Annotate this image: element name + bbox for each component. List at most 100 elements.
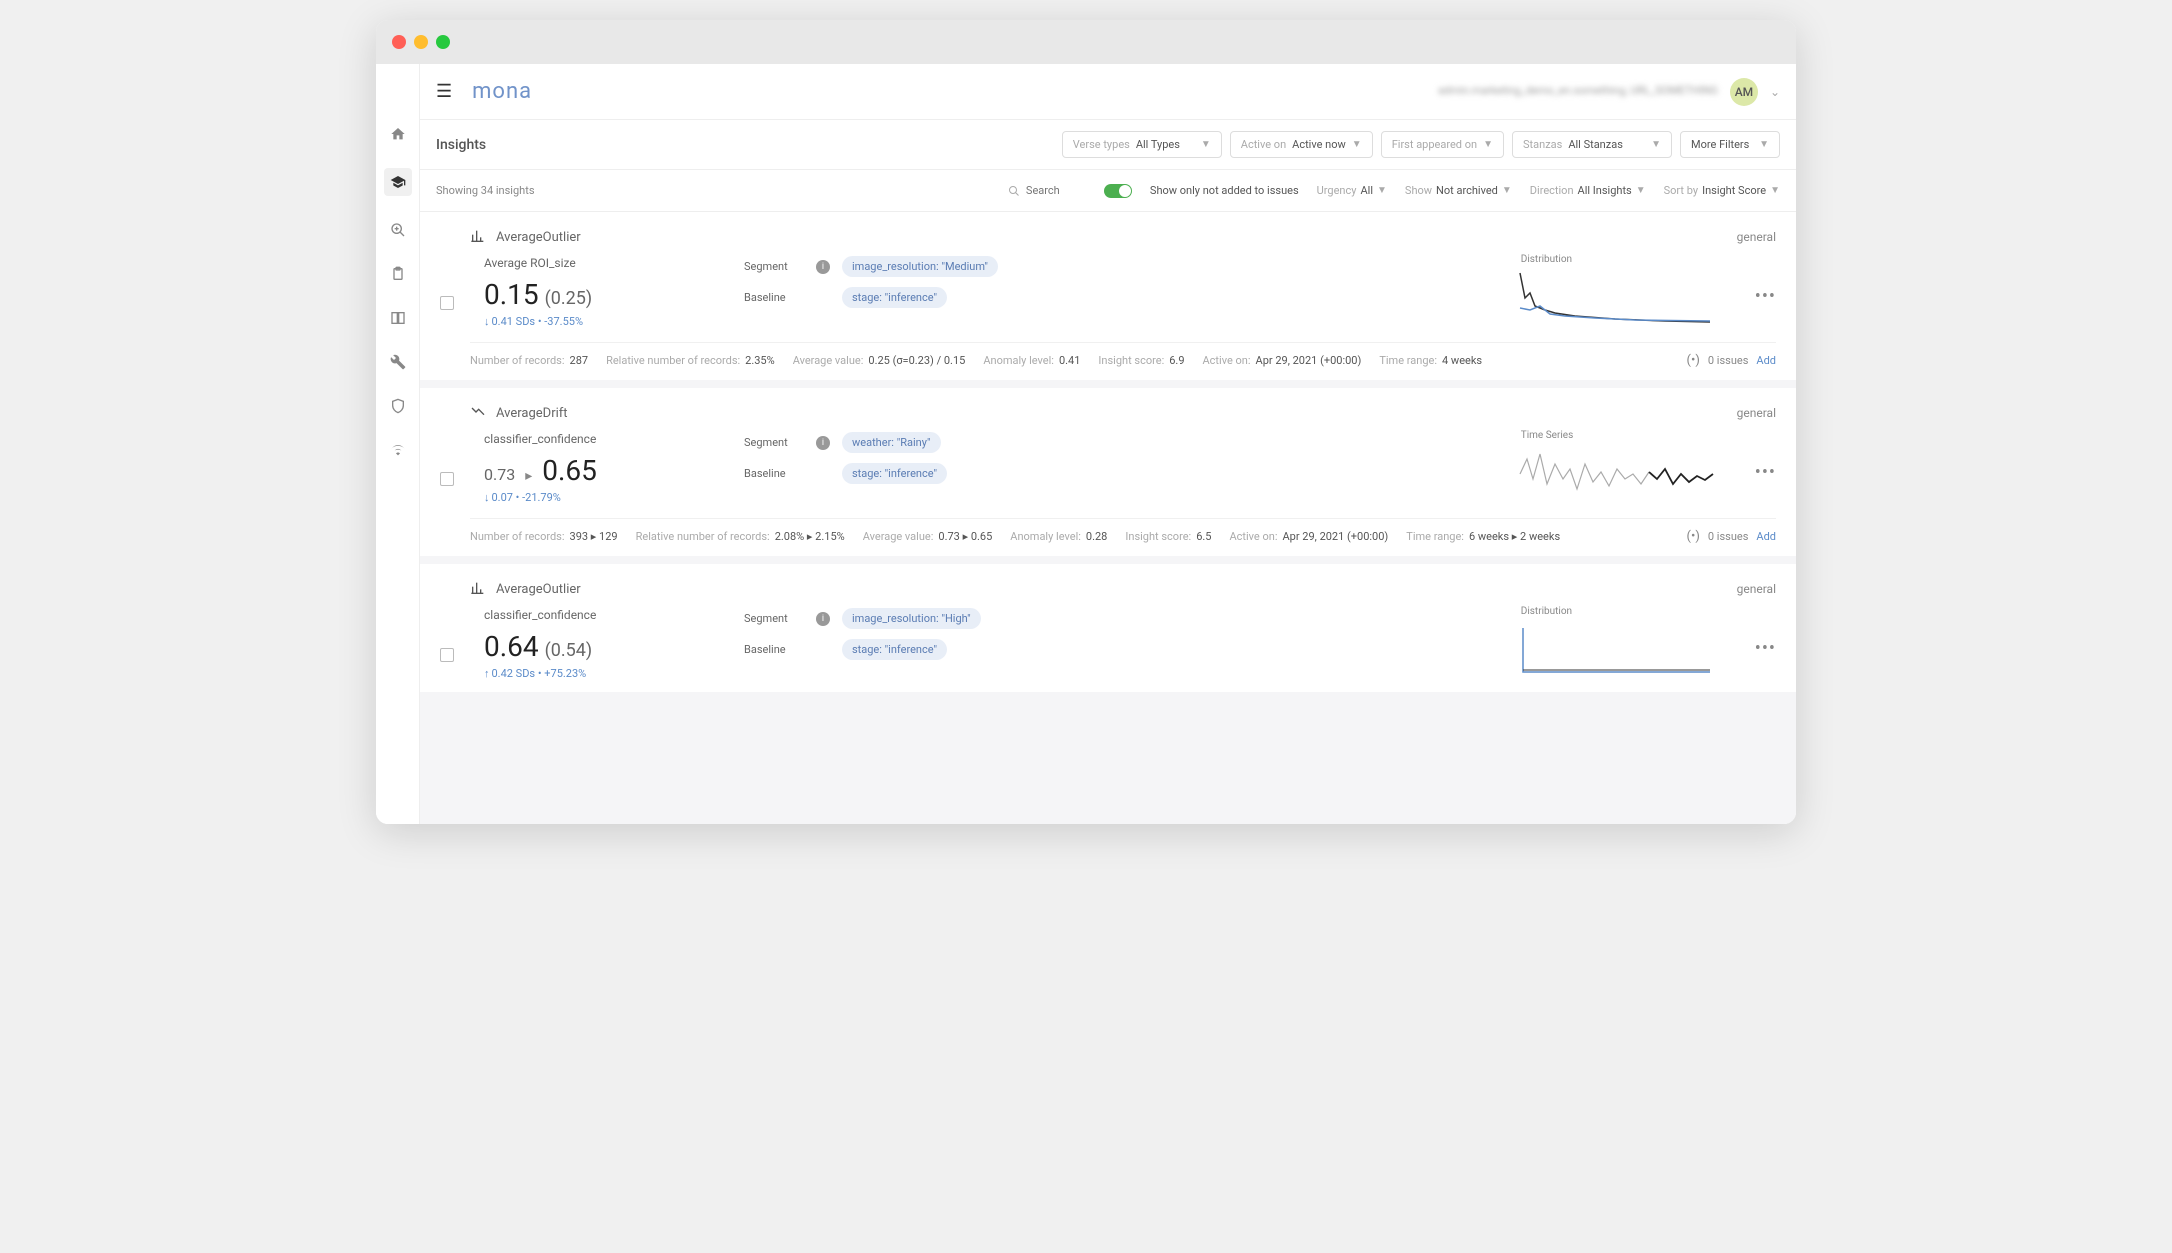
insight-type: AverageOutlier [496, 582, 581, 597]
insight-type: AverageDrift [496, 406, 568, 421]
metric-column: classifier_confidence 0.64(0.54) ↑0.42 S… [484, 608, 714, 680]
filter-stanzas[interactable]: Stanzas All Stanzas ▼ [1512, 131, 1672, 158]
add-issue-link[interactable]: Add [1756, 530, 1776, 543]
home-icon[interactable] [388, 124, 408, 144]
showing-count: Showing 34 insights [436, 184, 535, 197]
arrow-up-icon: ↑ [484, 667, 490, 680]
filter-label: Verse types [1073, 138, 1130, 151]
chart-label: Distribution [1521, 254, 1572, 265]
chart-label: Distribution [1521, 606, 1572, 617]
to-value: 0.65 [542, 454, 597, 487]
metric-name: classifier_confidence [484, 432, 714, 446]
avatar[interactable]: AM [1730, 78, 1758, 106]
filter-value: All Stanzas [1568, 138, 1623, 151]
direction-control[interactable]: Direction All Insights ▼ [1530, 184, 1646, 197]
baseline-row: Baseline stage: "inference" [744, 287, 1485, 308]
chart-column: Distribution [1515, 256, 1725, 328]
more-menu[interactable]: ••• [1755, 286, 1776, 307]
wifi-icon[interactable] [388, 440, 408, 460]
filter-active-on[interactable]: Active on Active now ▼ [1230, 131, 1373, 158]
logo: mona [472, 79, 532, 104]
issues-count: 0 issues [1708, 354, 1749, 367]
main-content: ☰ mona admin.marketing_demo_en.something… [420, 64, 1796, 824]
chevron-down-icon: ▼ [1352, 139, 1362, 150]
filter-more[interactable]: More Filters ▼ [1680, 131, 1780, 158]
chevron-down-icon: ▼ [1759, 139, 1769, 150]
info-icon[interactable]: i [816, 436, 830, 450]
filter-verse-types[interactable]: Verse types All Types ▼ [1062, 131, 1222, 158]
info-icon[interactable]: i [816, 612, 830, 626]
insight-badge: general [1737, 406, 1776, 420]
more-menu[interactable]: ••• [1755, 462, 1776, 483]
clipboard-icon[interactable] [388, 264, 408, 284]
wrench-icon[interactable] [388, 352, 408, 372]
select-checkbox[interactable] [440, 472, 454, 486]
chart-label: Time Series [1521, 430, 1573, 441]
zoom-in-icon[interactable] [388, 220, 408, 240]
search [1008, 184, 1086, 197]
sidebar [376, 64, 420, 824]
show-only-not-added-toggle[interactable] [1104, 184, 1132, 198]
segment-column: Segment i image_resolution: "Medium" Bas… [744, 256, 1485, 318]
delta-text: ↓ 0.07 • -21.79% [484, 491, 714, 504]
menu-icon[interactable]: ☰ [436, 81, 452, 102]
segment-row: Segment i image_resolution: "Medium" [744, 256, 1485, 277]
topbar-right: admin.marketing_demo_en.something, URL_S… [1438, 78, 1780, 106]
delta-text: ↓ 0.41 SDs • -37.55% [484, 315, 714, 328]
show-control[interactable]: Show Not archived ▼ [1405, 184, 1512, 197]
filter-value: Active now [1292, 138, 1346, 151]
add-issue-link[interactable]: Add [1756, 354, 1776, 367]
metric-column: classifier_confidence 0.73 ▸ 0.65 ↓ 0.07… [484, 432, 714, 504]
segment-chip: image_resolution: "Medium" [842, 256, 998, 277]
distribution-sparkline [1515, 620, 1715, 680]
insight-card: AverageOutlier general classifier_confid… [420, 564, 1796, 692]
filter-label: More Filters [1691, 138, 1749, 151]
chevron-down-icon[interactable]: ⌄ [1770, 85, 1780, 99]
topbar: ☰ mona admin.marketing_demo_en.something… [420, 64, 1796, 120]
shield-icon[interactable] [388, 396, 408, 416]
distribution-sparkline [1515, 268, 1715, 328]
insight-type: AverageOutlier [496, 230, 581, 245]
bar-chart-icon [470, 228, 488, 246]
chevron-down-icon: ▼ [1636, 185, 1646, 196]
timeseries-sparkline [1515, 444, 1715, 504]
trend-down-icon [470, 404, 488, 422]
chevron-down-icon: ▼ [1377, 185, 1387, 196]
card-body: Average ROI_size 0.15 (0.25) ↓ 0.41 SDs … [440, 256, 1776, 328]
chevron-down-icon: ▼ [1502, 185, 1512, 196]
insight-card: AverageOutlier general Average ROI_size … [420, 212, 1796, 380]
card-header: AverageOutlier general [470, 228, 1776, 246]
filter-label: Active on [1241, 138, 1286, 151]
window-close-button[interactable] [392, 35, 406, 49]
filters: Verse types All Types ▼ Active on Active… [1062, 131, 1780, 158]
arrow-down-icon: ↓ [484, 315, 490, 328]
app-body: ☰ mona admin.marketing_demo_en.something… [376, 64, 1796, 824]
select-checkbox[interactable] [440, 648, 454, 662]
select-checkbox[interactable] [440, 296, 454, 310]
sort-control[interactable]: Sort by Insight Score ▼ [1664, 184, 1780, 197]
chart-column: Distribution [1515, 608, 1725, 680]
urgency-control[interactable]: Urgency All ▼ [1317, 184, 1387, 197]
metric-name: Average ROI_size [484, 256, 714, 270]
insight-badge: general [1737, 582, 1776, 596]
insight-card: AverageDrift general classifier_confiden… [420, 388, 1796, 556]
insights-icon[interactable] [384, 168, 412, 196]
control-bar: Showing 34 insights Show only not added … [420, 170, 1796, 212]
more-menu[interactable]: ••• [1755, 638, 1776, 659]
filter-label: First appeared on [1392, 138, 1477, 151]
search-input[interactable] [1026, 184, 1086, 197]
window-zoom-button[interactable] [436, 35, 450, 49]
filter-first-appeared[interactable]: First appeared on ▼ [1381, 131, 1504, 158]
insights-list[interactable]: AverageOutlier general Average ROI_size … [420, 212, 1796, 824]
delta-text: ↑0.42 SDs • +75.23% [484, 667, 714, 680]
info-icon[interactable]: i [816, 260, 830, 274]
app-window: ☰ mona admin.marketing_demo_en.something… [376, 20, 1796, 824]
panels-icon[interactable] [388, 308, 408, 328]
window-titlebar [376, 20, 1796, 64]
chart-column: Time Series [1515, 432, 1725, 504]
window-minimize-button[interactable] [414, 35, 428, 49]
link-icon: (•) [1687, 529, 1700, 544]
issues: (•) 0 issues Add [1687, 353, 1776, 368]
card-body: classifier_confidence 0.64(0.54) ↑0.42 S… [440, 608, 1776, 680]
metric-value: 0.73 ▸ 0.65 [484, 454, 714, 487]
